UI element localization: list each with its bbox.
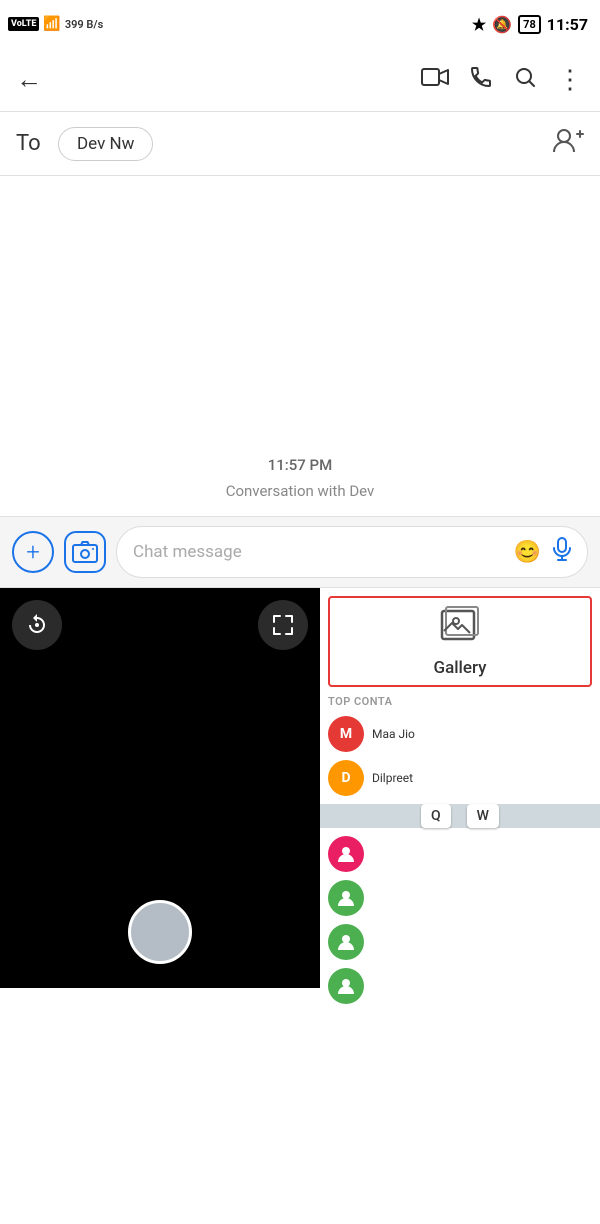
bluetooth-icon: ★ (472, 15, 486, 34)
nav-left: ← (16, 64, 42, 95)
gallery-label: Gallery (433, 658, 486, 678)
right-panel: Gallery TOP CONTA M Maa Jio D Dilpreet Q… (320, 588, 600, 1012)
contact-avatar-green1 (328, 880, 364, 916)
more-contact-row[interactable] (328, 964, 592, 1008)
gallery-icon (440, 605, 480, 650)
add-attachment-button[interactable]: + (12, 531, 54, 573)
volte-badge: VoLTE (8, 17, 39, 31)
message-input-wrap[interactable]: Chat message 😊 (116, 526, 588, 578)
key-w[interactable]: W (467, 804, 499, 828)
camera-gallery-button[interactable] (64, 531, 106, 573)
contact-avatar-m: M (328, 716, 364, 752)
microphone-button[interactable] (553, 537, 571, 567)
status-left: VoLTE 📶 399 B/s (8, 16, 103, 32)
contact-name-dilpreet: Dilpreet (372, 771, 413, 785)
media-section: Gallery TOP CONTA M Maa Jio D Dilpreet Q… (0, 588, 600, 1012)
chat-subtext: Conversation with Dev (226, 482, 375, 500)
emoji-button[interactable]: 😊 (514, 540, 541, 565)
camera-view (0, 588, 320, 988)
message-placeholder: Chat message (133, 542, 242, 562)
chat-timestamp: 11:57 PM (268, 456, 332, 474)
camera-rotate-button[interactable] (12, 600, 62, 650)
status-bar: VoLTE 📶 399 B/s ★ 🔕 78 11:57 (0, 0, 600, 48)
gallery-tile[interactable]: Gallery (328, 596, 592, 687)
contact-avatar-green2 (328, 924, 364, 960)
to-row: To Dev Nw (0, 112, 600, 176)
contact-chip[interactable]: Dev Nw (58, 127, 153, 161)
plus-icon: + (26, 538, 40, 566)
add-contact-button[interactable] (552, 126, 584, 161)
contact-name-maajio: Maa Jio (372, 727, 415, 741)
more-contact-row[interactable] (328, 920, 592, 964)
to-label: To (16, 131, 46, 156)
contact-row[interactable]: D Dilpreet (328, 756, 592, 800)
bell-muted-icon: 🔕 (492, 15, 512, 34)
top-contacts-label: TOP CONTA (328, 695, 592, 708)
battery-icon: 78 (518, 15, 541, 34)
more-contacts (320, 828, 600, 1012)
status-right: ★ 🔕 78 11:57 (472, 15, 588, 34)
chat-area: 11:57 PM Conversation with Dev (0, 176, 600, 516)
more-contact-row[interactable] (328, 876, 592, 920)
top-nav: ← ⋮ (0, 48, 600, 112)
key-q[interactable]: Q (421, 804, 451, 828)
contact-avatar-d: D (328, 760, 364, 796)
nav-right: ⋮ (421, 65, 584, 95)
shutter-button[interactable] (128, 900, 192, 964)
contact-row[interactable]: M Maa Jio (328, 712, 592, 756)
more-options-button[interactable]: ⋮ (557, 65, 584, 95)
keyboard-hint: Q W (320, 804, 600, 828)
phone-call-button[interactable] (469, 65, 493, 95)
top-contacts-section: TOP CONTA M Maa Jio D Dilpreet (320, 691, 600, 804)
search-button[interactable] (513, 65, 537, 95)
camera-expand-button[interactable] (258, 600, 308, 650)
more-contact-row[interactable] (328, 832, 592, 876)
contact-avatar-pink (328, 836, 364, 872)
back-button[interactable]: ← (16, 64, 42, 95)
video-call-button[interactable] (421, 67, 449, 93)
message-icons: 😊 (514, 537, 571, 567)
time-display: 11:57 (547, 15, 588, 34)
message-bar: + Chat message 😊 (0, 516, 600, 588)
contact-avatar-green3 (328, 968, 364, 1004)
signal-icon: 📶 (43, 16, 60, 32)
network-speed: 399 B/s (65, 18, 103, 31)
